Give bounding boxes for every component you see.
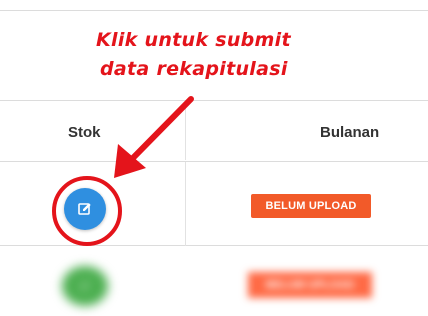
status-badge-bulanan: BELUM UPLOAD	[251, 194, 371, 218]
status-badge-blurred: BELUM UPLOAD	[248, 272, 372, 298]
blurred-action-button[interactable]: ✓	[62, 266, 108, 306]
table-line-top	[0, 10, 428, 11]
table-line-header-top	[0, 100, 428, 101]
edit-icon	[78, 203, 91, 215]
annotation-line-1: Klik untuk submit	[96, 29, 291, 51]
annotation-line-2: data rekapitulasi	[100, 58, 288, 80]
column-header-bulanan: Bulanan	[320, 124, 380, 141]
column-header-stok: Stok	[68, 124, 101, 141]
submit-edit-button[interactable]	[64, 188, 106, 230]
table-line-header-bottom	[0, 161, 428, 162]
annotation-text: Klik untuk submit data rekapitulasi	[96, 26, 291, 84]
table-col-divider-row	[185, 162, 186, 246]
table-col-divider-header	[185, 102, 186, 160]
table-line-row	[0, 245, 428, 246]
blurred-icon: ✓	[79, 279, 91, 293]
